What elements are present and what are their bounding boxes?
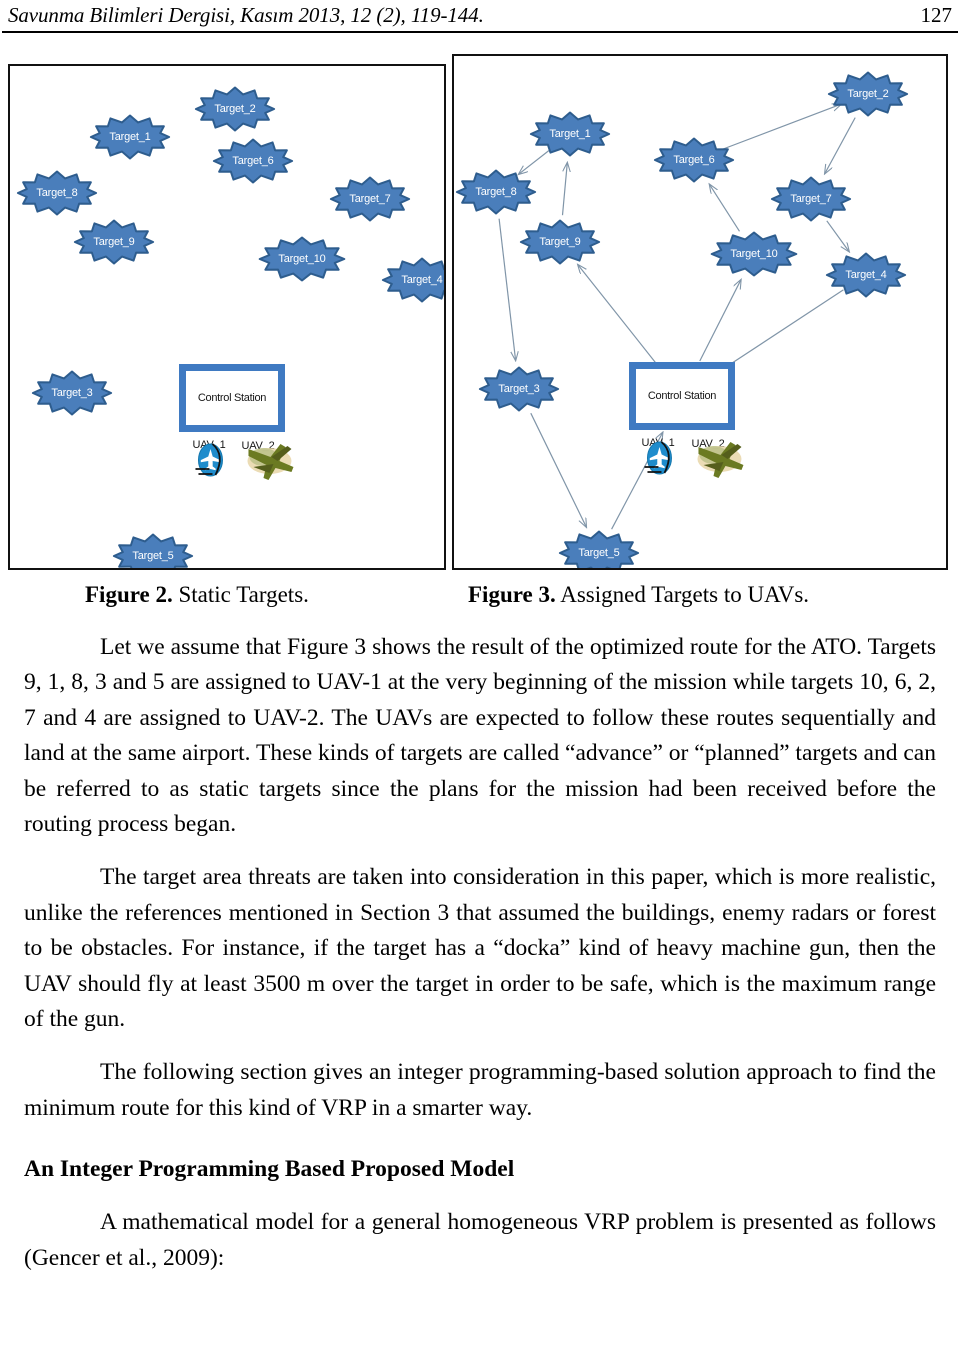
burst-shape-icon [827,71,909,117]
route-arrows-layer [498,56,856,530]
target-node-target_10: Target_10 [258,236,346,282]
burst-shape-icon [558,530,640,568]
figure-2-frame: Target_1 Target_2 Target_6 Target_8 Target_7… [8,64,446,570]
section-heading: An Integer Programming Based Proposed Mo… [24,1156,515,1183]
target-node-target_6: Target_6 [212,138,294,184]
target-node-target_2: Target_2 [194,86,276,132]
body-text-column: Let we assume that Figure 3 shows the re… [24,630,936,1276]
route-arrow [826,220,849,252]
target-node-target_9: Target_9 [73,219,155,265]
paragraph-gap-1 [24,842,936,860]
target-node-target_7: Target_7 [770,176,852,222]
burst-shape-icon [653,137,735,183]
burst-shape-icon [194,86,276,132]
burst-shape-icon [258,236,346,282]
figure-2-canvas: Target_1 Target_2 Target_6 Target_8 Target_7… [10,66,444,568]
figure-3-caption-text: Assigned Targets to UAVs. [555,582,810,607]
uav-2-node: UAV_2 [241,439,294,480]
target-node-target_5: Target_5 [112,533,194,568]
airplane-circle-icon [195,443,223,477]
target-node-target_1: Target_1 [89,114,171,160]
figures-region: Target_1 Target_2 Target_6 Target_8 Target_7… [0,52,960,574]
target-node-target_10: Target_10 [710,231,798,277]
route-arrow [699,280,741,362]
paragraph-gap-2 [24,1037,936,1055]
burst-shape-icon [381,257,444,303]
burst-shape-icon [16,170,98,216]
airplane-circle-icon [644,441,672,475]
control-station-node: Control Station [179,364,285,432]
target-node-target_2: Target_2 [827,71,909,117]
figure-2-caption-label: Figure 2. [85,582,173,607]
burst-shape-icon [478,366,560,412]
target-node-target_5: Target_5 [558,530,640,568]
burst-shape-icon [73,219,155,265]
burst-shape-icon [329,176,411,222]
burst-shape-icon [112,533,194,568]
target-node-target_1: Target_1 [529,111,611,157]
paragraph-gap-3 [24,1187,936,1205]
target-node-target_3: Target_3 [478,366,560,412]
target-node-target_8: Target_8 [16,170,98,216]
target-node-target_4: Target_4 [381,257,444,303]
paragraph-4: A mathematical model for a general homog… [24,1209,936,1271]
route-arrow [718,104,841,152]
burst-shape-icon [825,252,907,298]
burst-shape-icon [519,219,601,265]
burst-shape-icon [770,176,852,222]
control-station-node: Control Station [629,362,735,430]
route-arrow [710,184,741,232]
burst-shape-icon [89,114,171,160]
burst-shape-icon [455,169,537,215]
header-divider-rule [2,31,958,33]
target-node-target_6: Target_6 [653,137,735,183]
target-node-target_9: Target_9 [519,219,601,265]
uav-1-node: UAV_1 [192,438,226,477]
route-arrow [717,289,844,374]
figure-3-caption-label: Figure 3. [468,582,556,607]
burst-shape-icon [529,111,611,157]
figure-3-caption: Figure 3. Assigned Targets to UAVs. [468,580,809,610]
target-node-target_8: Target_8 [455,169,537,215]
burst-shape-icon [31,370,113,416]
uav-1-node: UAV_1 [641,436,675,475]
jet-fighter-icon [247,444,294,480]
figure-3-canvas: Target_2 Target_1 Target_6 Target_8 Target_7… [454,56,946,568]
route-arrow [578,265,659,366]
control-station-label: Control Station [647,390,717,402]
target-node-target_4: Target_4 [825,252,907,298]
uav-2-node: UAV_2 [691,437,744,478]
journal-citation: Savunma Bilimleri Dergisi, Kasım 2013, 1… [8,3,484,27]
figure-2-caption-text: Static Targets. [172,582,309,607]
route-arrow [825,117,856,174]
burst-shape-icon [710,231,798,277]
target-node-target_3: Target_3 [31,370,113,416]
figure-2-caption: Figure 2. Static Targets. [85,580,309,610]
target-node-target_7: Target_7 [329,176,411,222]
paragraph-1: Let we assume that Figure 3 shows the re… [24,634,936,838]
route-arrow [530,412,587,527]
route-arrow [498,218,515,361]
paragraph-3: The following section gives an integer p… [24,1059,936,1121]
figure-captions-row: Figure 2. Static Targets. Figure 3. Assi… [0,580,960,614]
page-running-head: Savunma Bilimleri Dergisi, Kasım 2013, 1… [8,2,952,34]
paragraph-2: The target area threats are taken into c… [24,864,936,1033]
route-arrow [561,163,568,216]
page-number: 127 [920,3,953,27]
burst-shape-icon [212,138,294,184]
jet-fighter-icon [697,442,744,478]
figure-3-frame: Target_2 Target_1 Target_6 Target_8 Target_7… [452,54,948,570]
control-station-label: Control Station [197,392,267,404]
